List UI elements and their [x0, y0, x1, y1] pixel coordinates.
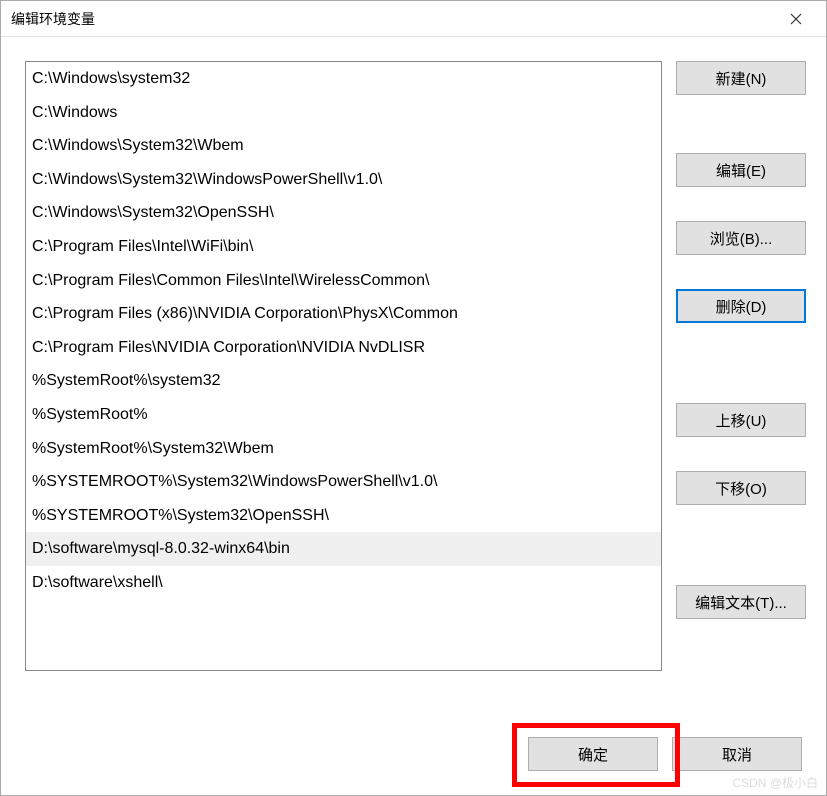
list-item[interactable]: C:\Windows\System32\Wbem	[26, 129, 661, 163]
list-item[interactable]: C:\Program Files (x86)\NVIDIA Corporatio…	[26, 297, 661, 331]
cancel-button[interactable]: 取消	[672, 737, 802, 771]
list-item[interactable]: %SystemRoot%\System32\Wbem	[26, 432, 661, 466]
list-item[interactable]: C:\Program Files\Intel\WiFi\bin\	[26, 230, 661, 264]
list-item[interactable]: %SYSTEMROOT%\System32\OpenSSH\	[26, 499, 661, 533]
side-button-panel: 新建(N) 编辑(E) 浏览(B)... 删除(D) 上移(U) 下移(O) 编…	[676, 61, 806, 717]
list-item[interactable]: %SYSTEMROOT%\System32\WindowsPowerShell\…	[26, 465, 661, 499]
list-item[interactable]: C:\Windows\System32\OpenSSH\	[26, 196, 661, 230]
list-item[interactable]: %SystemRoot%\system32	[26, 364, 661, 398]
list-item[interactable]: C:\Windows\System32\WindowsPowerShell\v1…	[26, 163, 661, 197]
list-item[interactable]: C:\Windows	[26, 96, 661, 130]
close-icon	[790, 13, 802, 25]
watermark-text: CSDN @极小白	[732, 774, 818, 791]
move-down-button[interactable]: 下移(O)	[676, 471, 806, 505]
titlebar: 编辑环境变量	[1, 1, 826, 37]
spacer	[676, 515, 806, 575]
list-item[interactable]: C:\Program Files\NVIDIA Corporation\NVID…	[26, 331, 661, 365]
list-item[interactable]: D:\software\mysql-8.0.32-winx64\bin	[26, 532, 661, 566]
list-item[interactable]: C:\Windows\system32	[26, 62, 661, 96]
delete-button[interactable]: 删除(D)	[676, 289, 806, 323]
spacer	[676, 447, 806, 461]
close-button[interactable]	[776, 4, 816, 34]
browse-button[interactable]: 浏览(B)...	[676, 221, 806, 255]
new-button[interactable]: 新建(N)	[676, 61, 806, 95]
path-listbox[interactable]: C:\Windows\system32C:\WindowsC:\Windows\…	[25, 61, 662, 671]
footer-buttons: 确定 取消	[1, 737, 826, 795]
spacer	[676, 197, 806, 211]
content-area: C:\Windows\system32C:\WindowsC:\Windows\…	[1, 37, 826, 737]
spacer	[676, 265, 806, 279]
ok-button[interactable]: 确定	[528, 737, 658, 771]
dialog-window: 编辑环境变量 C:\Windows\system32C:\WindowsC:\W…	[0, 0, 827, 796]
spacer	[676, 333, 806, 393]
list-item[interactable]: %SystemRoot%	[26, 398, 661, 432]
list-item[interactable]: C:\Program Files\Common Files\Intel\Wire…	[26, 264, 661, 298]
edit-button[interactable]: 编辑(E)	[676, 153, 806, 187]
list-item[interactable]: D:\software\xshell\	[26, 566, 661, 600]
spacer	[676, 105, 806, 143]
move-up-button[interactable]: 上移(U)	[676, 403, 806, 437]
window-title: 编辑环境变量	[11, 9, 95, 29]
edit-text-button[interactable]: 编辑文本(T)...	[676, 585, 806, 619]
